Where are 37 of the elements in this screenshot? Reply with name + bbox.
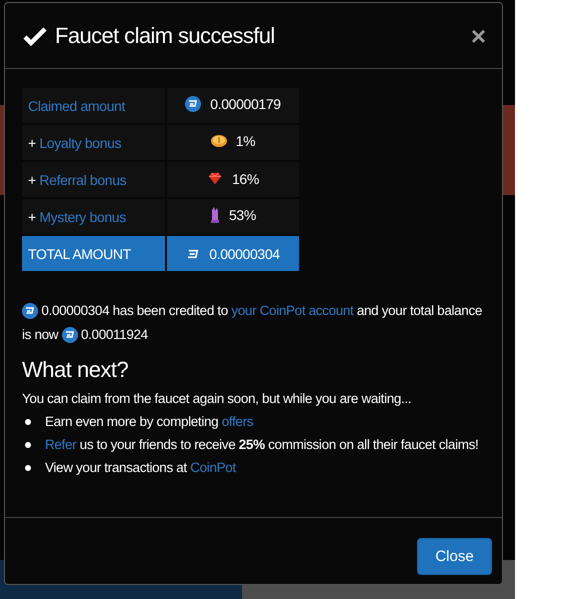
list-item-text: Refer us to your friends to receive 25% commission on all their faucet claims! (45, 436, 478, 454)
table-cell: 53% (167, 199, 299, 234)
coin-icon (210, 133, 227, 149)
close-button[interactable]: × (470, 22, 486, 48)
bullet-icon (25, 418, 31, 424)
bullet-icon (25, 442, 31, 448)
account-link[interactable]: your CoinPot account (231, 303, 354, 318)
list-item-text: View your transactions at CoinPot (45, 459, 236, 477)
bullet-icon (25, 464, 31, 470)
table-cell: 0.00000304 (167, 236, 299, 271)
credited-message: 0.00000304 has been credited to your CoinPot account and your total balance is now 0.00011924 (22, 302, 483, 346)
table-cell: TOTAL AMOUNT (22, 236, 165, 271)
dialog-title: Faucet claim successful (55, 22, 276, 48)
crystal-icon (210, 206, 220, 224)
gem-icon (207, 172, 223, 186)
bonus-link[interactable]: Mystery bonus (39, 208, 126, 224)
table-cell: 0.00000179 (167, 88, 299, 123)
text-link[interactable]: CoinPot (190, 460, 236, 475)
checkmark-icon (23, 26, 47, 46)
coin-icon (62, 327, 78, 344)
table-cell: 16% (167, 162, 299, 197)
bonus-link[interactable]: Loyalty bonus (39, 134, 122, 150)
list-item-text: Earn even more by completing offers (45, 413, 254, 431)
close-button[interactable]: Close (417, 538, 492, 575)
section-heading: What next? (22, 357, 130, 383)
coin-icon (22, 303, 38, 320)
intro-text: You can claim from the faucet again soon, but while you are waiting... (22, 390, 412, 408)
coin-icon (185, 96, 202, 112)
text-link[interactable]: Refer (45, 437, 76, 452)
coin-icon (186, 248, 200, 258)
table-cell: 1% (167, 125, 299, 160)
plus-sign: + (28, 208, 37, 224)
claimed-link[interactable]: Claimed amount (28, 98, 126, 114)
text-link[interactable]: offers (222, 414, 254, 429)
plus-sign: + (28, 172, 37, 188)
bonus-link[interactable]: Referral bonus (39, 172, 126, 188)
plus-sign: + (28, 134, 37, 150)
